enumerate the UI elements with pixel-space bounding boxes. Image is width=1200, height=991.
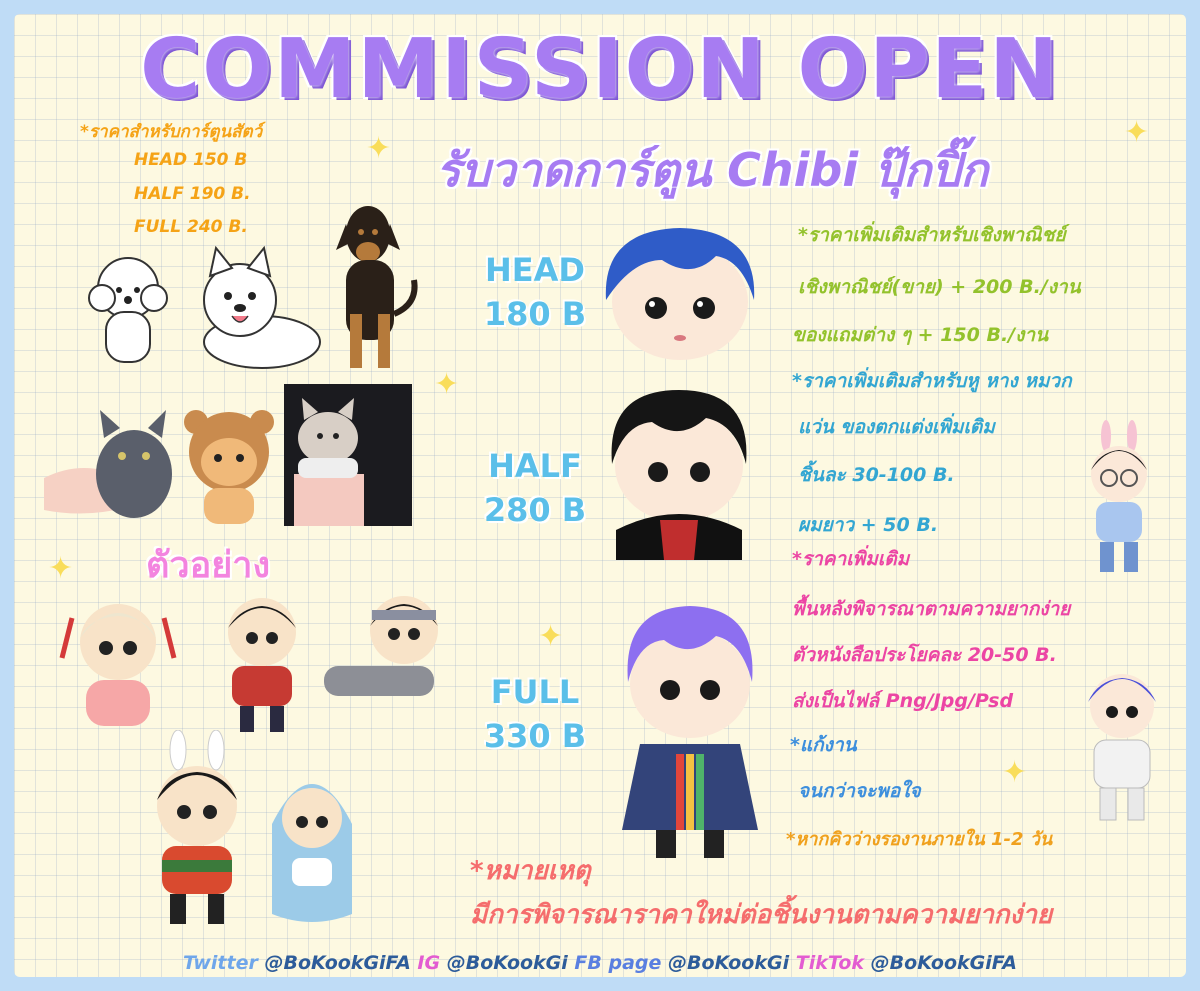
sparkle-icon: ✦ <box>1124 115 1150 150</box>
revision-heading: *แก้งาน <box>790 734 857 756</box>
tier-half-label: HALF <box>488 447 582 485</box>
commercial-heading: *ราคาเพิ่มเติมสำหรับเชิงพาณิชย์ <box>798 224 1066 246</box>
sparkle-icon: ✦ <box>366 131 392 166</box>
chibi-example-bunny-ears-image <box>157 730 237 924</box>
chibi-half-sample-image <box>611 390 747 560</box>
animal-price-head: HEAD 150 B <box>134 150 248 170</box>
tier-full-label: FULL <box>490 673 580 711</box>
chibi-full-sample-image <box>622 606 758 858</box>
commercial-merch-price: ของแถมต่าง ๆ + 150 B./งาน <box>792 324 1049 346</box>
chibi-head-sample-image <box>605 228 755 360</box>
doberman-image <box>336 206 418 368</box>
fb-label: FB page <box>574 952 662 974</box>
tiktok-handle: @BoKookGiFA <box>870 952 1017 974</box>
tier-head-label: HEAD <box>485 251 585 289</box>
chibi-example-red-jacket-image <box>228 598 296 732</box>
background-price: พื้นหลังพิจารณาตามความยากง่าย <box>792 598 1071 620</box>
ig-label: IG <box>417 952 441 974</box>
chibi-side-blue-hair-image <box>1088 674 1156 821</box>
twitter-label: Twitter <box>183 952 258 974</box>
text-price: ตัวหนังสือประโยคละ 20-50 B. <box>792 644 1057 666</box>
extras-heading: *ราคาเพิ่มเติมสำหรับหู หาง หมวก <box>792 370 1072 392</box>
tiktok-label: TikTok <box>795 952 865 974</box>
sparkle-icon: ✦ <box>1002 755 1028 790</box>
bear-hat-cat-image <box>184 410 274 524</box>
social-footer: Twitter @BoKookGiFA IG @BoKookGi FB page… <box>14 952 1186 974</box>
note-heading: *หมายเหตุ <box>470 856 591 886</box>
sparkle-icon: ✦ <box>538 619 564 654</box>
chibi-example-lying-image <box>324 596 438 696</box>
commercial-sell-price: เชิงพาณิชย์(ขาย) + 200 B./งาน <box>798 276 1081 298</box>
extras-line: แว่น ของตกแต่งเพิ่มเติม <box>798 416 995 438</box>
file-types: ส่งเป็นไฟล์ Png/Jpg/Psd <box>792 690 1014 712</box>
animal-price-full: FULL 240 B. <box>134 217 248 237</box>
tier-full-price: 330 B <box>483 717 587 755</box>
ig-handle: @BoKookGi <box>446 952 568 974</box>
sparkle-icon: ✦ <box>434 367 460 402</box>
cat-behind-door-image <box>284 384 412 526</box>
fb-handle: @BoKookGi <box>668 952 790 974</box>
more-prices-heading: *ราคาเพิ่มเติม <box>792 548 910 570</box>
example-label: ตัวอย่าง <box>146 545 271 586</box>
poster-board: COMMISSION OPEN รับวาดการ์ตูน Chibi ปุ๊ก… <box>14 14 1186 977</box>
animal-price-heading: *ราคาสำหรับการ์ตูนสัตว์ <box>80 122 263 142</box>
sparkle-icon: ✦ <box>48 551 74 586</box>
long-hair-price: ผมยาว + 50 B. <box>798 514 939 536</box>
white-dog-image <box>203 245 321 369</box>
tier-head-price: 180 B <box>483 295 587 333</box>
chibi-example-shark-costume-image <box>272 784 352 922</box>
tier-half-price: 280 B <box>483 491 587 529</box>
twitter-handle: @BoKookGiFA <box>264 952 411 974</box>
queue-note: *หากคิวว่างรองานภายใน 1-2 วัน <box>786 829 1053 850</box>
extras-price: ชิ้นละ 30-100 B. <box>798 464 955 486</box>
white-poodle-image <box>88 257 168 363</box>
chibi-example-blonde-image <box>59 604 177 726</box>
chibi-side-glasses-image <box>1091 420 1147 572</box>
note-line: มีการพิจารณาราคาใหม่ต่อชิ้นงานตามความยาก… <box>470 900 1053 930</box>
gray-cat-image <box>44 410 172 518</box>
revision-line: จนกว่าจะพอใจ <box>798 780 921 802</box>
poster-title: COMMISSION OPEN <box>140 22 1060 117</box>
poster-subtitle: รับวาดการ์ตูน Chibi ปุ๊กปิ๊ก <box>436 143 989 197</box>
animal-price-half: HALF 190 B. <box>134 184 251 204</box>
